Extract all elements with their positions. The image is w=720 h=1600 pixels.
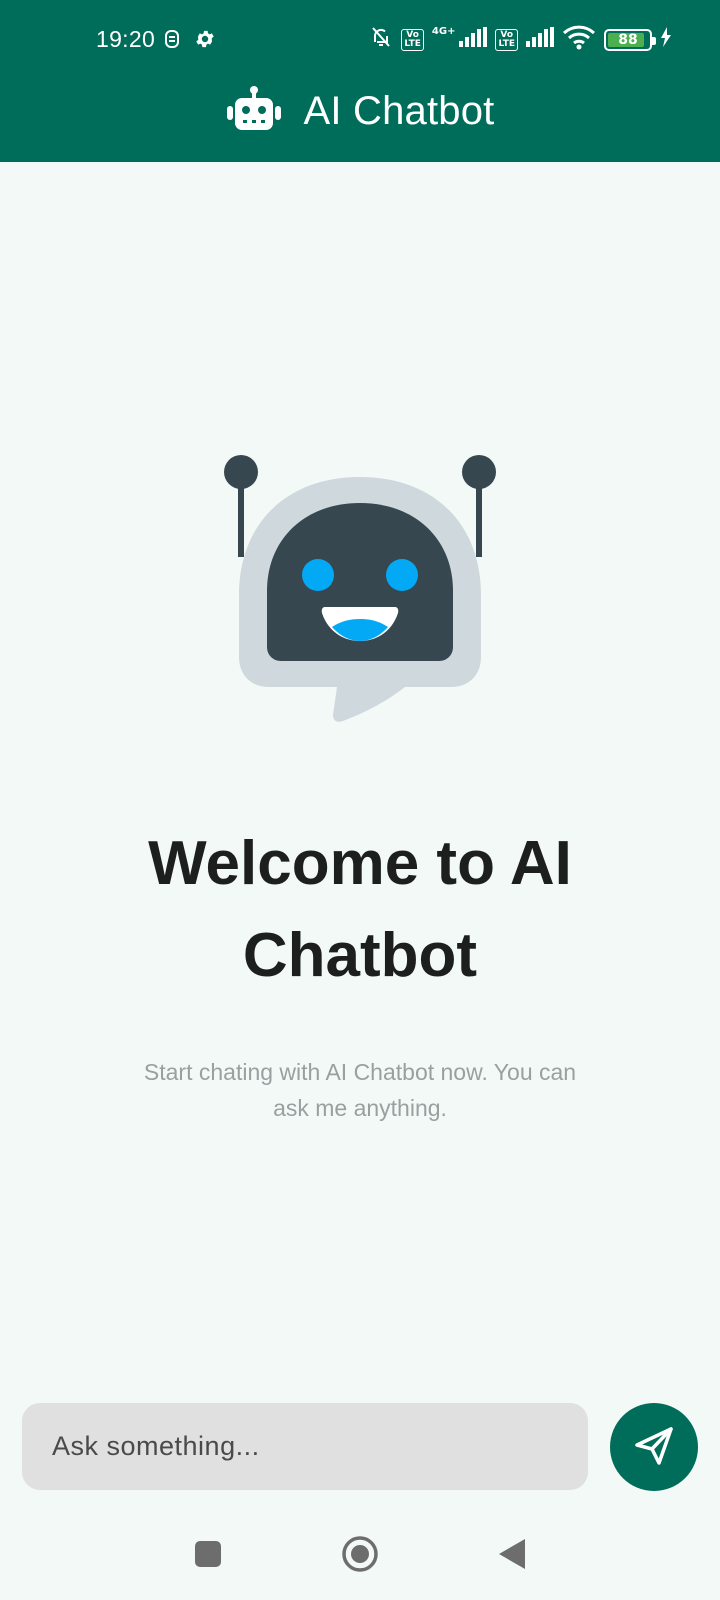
status-right-icons: Vo LTE 4G+ Vo LTE 88 bbox=[369, 24, 672, 55]
send-button[interactable] bbox=[610, 1403, 698, 1491]
welcome-section: Welcome to AI Chatbot Start chating with… bbox=[0, 455, 720, 1126]
system-nav-bar bbox=[0, 1520, 720, 1592]
battery-level: 88 bbox=[618, 31, 638, 48]
network-type-label: 4G+ bbox=[431, 26, 456, 37]
app-title: AI Chatbot bbox=[303, 88, 495, 133]
notification-app-icon bbox=[164, 29, 180, 54]
wifi-icon bbox=[562, 24, 596, 55]
battery-indicator: 88 bbox=[604, 28, 656, 51]
status-left-icons bbox=[164, 28, 216, 55]
app-bar: 19:20 Vo LTE 4G+ Vo LTE 88 AI Chatbot bbox=[0, 0, 720, 162]
app-title-row: AI Chatbot bbox=[0, 85, 720, 137]
robot-icon bbox=[225, 85, 283, 137]
volte-badge: Vo LTE bbox=[401, 28, 424, 51]
signal-strength-icon bbox=[459, 27, 488, 52]
status-bar: 19:20 Vo LTE 4G+ Vo LTE 88 bbox=[0, 22, 720, 58]
send-icon bbox=[631, 1423, 677, 1472]
mute-bell-icon bbox=[369, 25, 393, 54]
home-icon bbox=[340, 1534, 380, 1579]
home-button[interactable] bbox=[338, 1534, 382, 1578]
settings-gear-icon bbox=[194, 28, 216, 55]
battery-cap bbox=[652, 36, 656, 45]
charging-bolt-icon bbox=[660, 27, 672, 52]
robot-chat-bubble-illustration bbox=[215, 455, 505, 740]
volte-badge-2: Vo LTE bbox=[495, 28, 518, 51]
signal-strength-icon-2 bbox=[526, 27, 554, 52]
status-time: 19:20 bbox=[96, 26, 156, 52]
welcome-title: Welcome to AI Chatbot bbox=[148, 829, 572, 990]
welcome-subtitle: Start chating with AI Chatbot now. You c… bbox=[143, 1059, 577, 1121]
ask-input[interactable] bbox=[22, 1403, 588, 1490]
back-button[interactable] bbox=[490, 1534, 534, 1578]
recents-icon bbox=[194, 1540, 222, 1573]
back-icon bbox=[497, 1537, 527, 1576]
recents-button[interactable] bbox=[186, 1534, 230, 1578]
